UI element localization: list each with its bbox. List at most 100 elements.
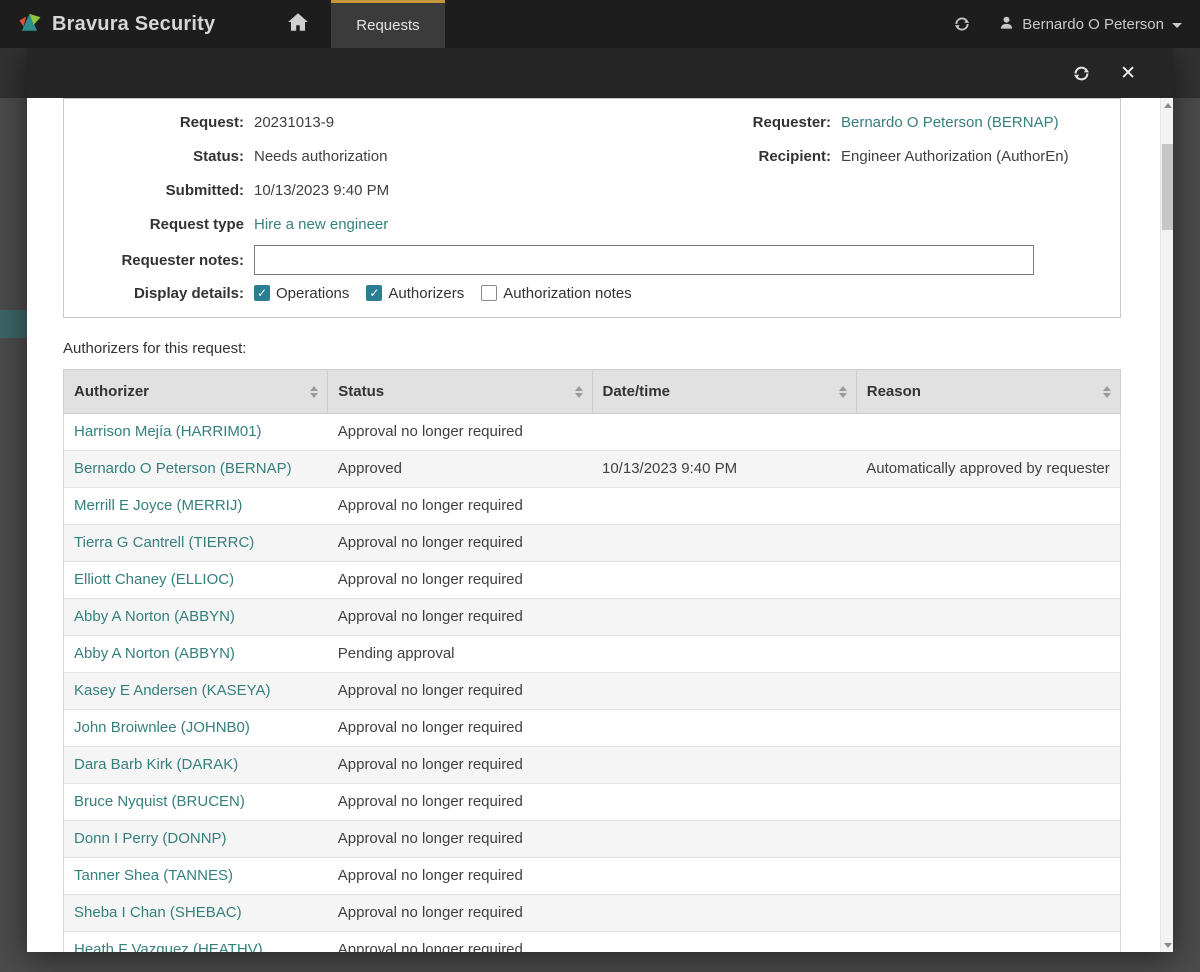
brand-name: Bravura Security: [52, 12, 216, 35]
table-row: Harrison Mejía (HARRIM01) Approval no lon…: [63, 413, 1121, 451]
column-header-date-time[interactable]: Date/time: [591, 369, 857, 414]
requester-label: Requester:: [752, 113, 831, 131]
authorizer-link[interactable]: Heath F Vazquez (HEATHV): [74, 941, 263, 952]
table-row: Abby A Norton (ABBYN) Approval no longer …: [63, 598, 1121, 636]
submitted-label: Submitted:: [165, 181, 244, 199]
status-cell: Approval no longer required: [327, 894, 592, 932]
column-header-reason[interactable]: Reason: [855, 369, 1122, 414]
table-row: Donn I Perry (DONNP) Approval no longer r…: [63, 820, 1121, 858]
authorizer-link[interactable]: Abby A Norton (ABBYN): [74, 608, 235, 625]
authorizer-link[interactable]: Abby A Norton (ABBYN): [74, 645, 235, 662]
status-cell: Approval no longer required: [327, 487, 592, 525]
home-icon: [287, 12, 309, 37]
chevron-down-icon: [1172, 22, 1182, 28]
requester-link[interactable]: Bernardo O Peterson (BERNAP): [841, 114, 1059, 131]
authorizer-link[interactable]: Donn I Perry (DONNP): [74, 830, 227, 847]
table-row: Sheba I Chan (SHEBAC) Approval no longer …: [63, 894, 1121, 932]
display-details-options: ✓ Operations ✓ Authorizers Authorization not…: [254, 285, 632, 302]
nav-home-button[interactable]: [275, 0, 321, 48]
display-option: ✓ Operations: [254, 285, 349, 302]
nav-tab-requests[interactable]: Requests: [331, 0, 445, 48]
table-row: Merrill E Joyce (MERRIJ) Approval no long…: [63, 487, 1121, 525]
authorizer-link[interactable]: Tanner Shea (TANNES): [74, 867, 233, 884]
brand[interactable]: Bravura Security: [0, 0, 231, 48]
status-cell: Approval no longer required: [327, 746, 592, 784]
checkbox-authorizers[interactable]: ✓: [366, 285, 383, 301]
authorizer-link[interactable]: Merrill E Joyce (MERRIJ): [74, 497, 242, 514]
display-option: ✓ Authorizers: [366, 285, 464, 302]
authorizer-link[interactable]: Elliott Chaney (ELLIOC): [74, 571, 234, 588]
datetime-cell: [592, 487, 857, 525]
datetime-cell: [592, 894, 857, 932]
datetime-cell: [592, 931, 857, 952]
status-cell: Approved: [327, 450, 592, 488]
modal-scrollbar[interactable]: [1160, 98, 1173, 952]
status-cell: Approval no longer required: [327, 413, 592, 451]
sort-icon[interactable]: [574, 385, 583, 398]
authorizer-cell: Abby A Norton (ABBYN): [63, 598, 328, 636]
display-option: Authorization notes: [481, 285, 632, 302]
datetime-cell: [592, 746, 857, 784]
reason-cell: [856, 931, 1121, 952]
authorizer-cell: Merrill E Joyce (MERRIJ): [63, 487, 328, 525]
sort-icon[interactable]: [838, 385, 847, 398]
reason-cell: [856, 487, 1121, 525]
column-header-authorizer[interactable]: Authorizer: [62, 369, 329, 414]
checkbox-authorization-notes[interactable]: [481, 285, 498, 301]
authorizer-cell: John Broiwnlee (JOHNB0): [63, 709, 328, 747]
reason-cell: [856, 857, 1121, 895]
request-details-panel: Request: 20231013-9 Requester: Bernardo …: [63, 98, 1121, 318]
modal-close-button[interactable]: ✕: [1120, 64, 1136, 83]
sort-icon[interactable]: [310, 385, 319, 398]
authorizer-cell: Abby A Norton (ABBYN): [63, 635, 328, 673]
reason-cell: [856, 783, 1121, 821]
scrollbar-down-arrow[interactable]: [1161, 938, 1174, 952]
column-label: Reason: [866, 383, 921, 400]
status-label: Status:: [193, 147, 244, 165]
scrollbar-thumb[interactable]: [1162, 144, 1173, 230]
request-details-modal: ✕ Request: 20231013-9 Requester: Bernard…: [27, 48, 1173, 952]
submitted-value: 10/13/2023 9:40 PM: [254, 181, 390, 199]
table-row: Tanner Shea (TANNES) Approval no longer r…: [63, 857, 1121, 895]
authorizer-link[interactable]: Bernardo O Peterson (BERNAP): [74, 460, 292, 477]
checkbox-operations[interactable]: ✓: [254, 285, 270, 301]
dimmed-page-element: [0, 310, 27, 338]
authorizer-link[interactable]: Sheba I Chan (SHEBAC): [74, 904, 242, 921]
table-row: Dara Barb Kirk (DARAK) Approval no longer…: [63, 746, 1121, 784]
reason-cell: [856, 413, 1121, 451]
reason-cell: [856, 820, 1121, 858]
reason-cell: [856, 709, 1121, 747]
modal-body: Request: 20231013-9 Requester: Bernardo …: [27, 98, 1173, 952]
navbar-refresh-icon[interactable]: [953, 15, 971, 33]
authorizer-link[interactable]: Kasey E Andersen (KASEYA): [74, 682, 271, 699]
authorizer-link[interactable]: John Broiwnlee (JOHNB0): [74, 719, 250, 736]
modal-header: ✕: [27, 48, 1173, 98]
status-cell: Approval no longer required: [327, 931, 592, 952]
sort-icon[interactable]: [1103, 385, 1111, 398]
recipient-value: Engineer Authorization (AuthorEn): [841, 147, 1069, 165]
authorizer-link[interactable]: Bruce Nyquist (BRUCEN): [74, 793, 245, 810]
table-row: Tierra G Cantrell (TIERRC) Approval no lo…: [63, 524, 1121, 562]
request-type-link[interactable]: Hire a new engineer: [254, 216, 388, 233]
authorizer-cell: Heath F Vazquez (HEATHV): [63, 931, 328, 952]
authorizer-cell: Harrison Mejía (HARRIM01): [63, 413, 328, 451]
datetime-cell: [592, 672, 857, 710]
authorizer-cell: Dara Barb Kirk (DARAK): [63, 746, 328, 784]
user-name: Bernardo O Peterson: [1022, 15, 1164, 33]
table-row: Elliott Chaney (ELLIOC) Approval no longe…: [63, 561, 1121, 599]
authorizer-link[interactable]: Dara Barb Kirk (DARAK): [74, 756, 238, 773]
requester-notes-input[interactable]: [254, 245, 1034, 275]
reason-cell: [856, 672, 1121, 710]
checkbox-label: Authorizers: [388, 284, 465, 302]
user-menu[interactable]: Bernardo O Peterson: [999, 15, 1182, 34]
modal-refresh-button[interactable]: [1072, 64, 1091, 83]
authorizer-cell: Tanner Shea (TANNES): [63, 857, 328, 895]
authorizer-link[interactable]: Harrison Mejía (HARRIM01): [74, 423, 262, 440]
reason-cell: [856, 524, 1121, 562]
datetime-cell: [592, 820, 857, 858]
status-cell: Approval no longer required: [327, 561, 592, 599]
scrollbar-up-arrow[interactable]: [1161, 98, 1174, 112]
column-header-status[interactable]: Status: [327, 369, 593, 414]
top-navbar: Bravura Security Requests Bernardo O Pet…: [0, 0, 1200, 48]
authorizer-link[interactable]: Tierra G Cantrell (TIERRC): [74, 534, 254, 551]
